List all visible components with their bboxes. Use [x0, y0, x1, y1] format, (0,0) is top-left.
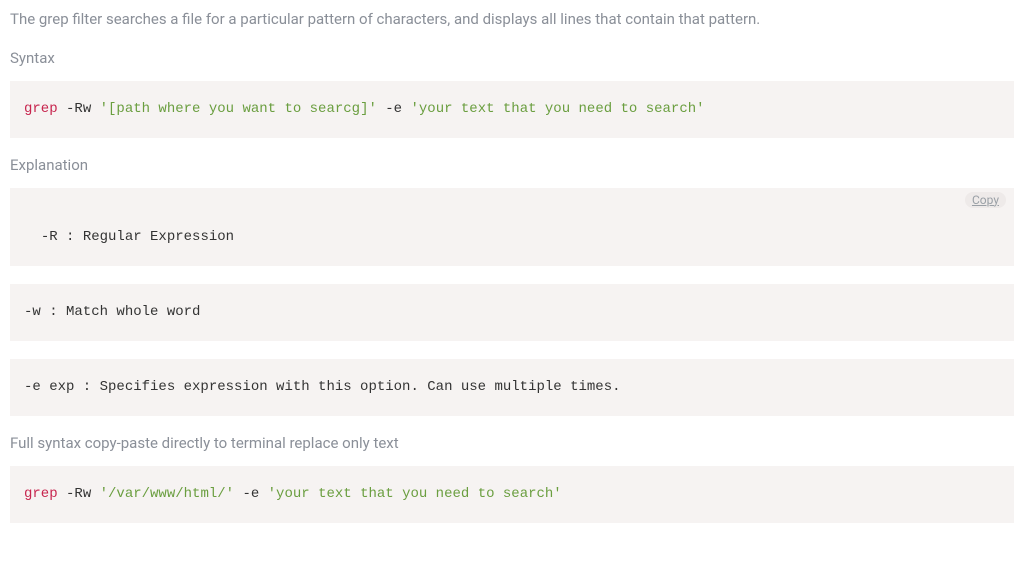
- code-flags: -e: [377, 101, 411, 117]
- explanation-block-w: -w : Match whole word: [10, 284, 1014, 341]
- code-flags: -Rw: [58, 101, 100, 117]
- code-string: '/var/www/html/': [100, 486, 234, 502]
- explanation-block-r: Copy -R : Regular Expression: [10, 188, 1014, 266]
- code-string: 'your text that you need to search': [268, 486, 562, 502]
- explanation-text: -e exp : Specifies expression with this …: [24, 379, 621, 395]
- explanation-heading: Explanation: [10, 156, 1014, 174]
- explanation-text: -w : Match whole word: [24, 304, 200, 320]
- code-string: '[path where you want to searcg]': [100, 101, 377, 117]
- explanation-block-e: -e exp : Specifies expression with this …: [10, 359, 1014, 416]
- code-command: grep: [24, 101, 58, 117]
- full-syntax-heading: Full syntax copy-paste directly to termi…: [10, 434, 1014, 452]
- code-string: 'your text that you need to search': [410, 101, 704, 117]
- explanation-text: -R : Regular Expression: [41, 229, 234, 245]
- copy-button[interactable]: Copy: [965, 192, 1006, 208]
- intro-paragraph: The grep filter searches a file for a pa…: [10, 8, 1014, 31]
- code-flags: -Rw: [58, 486, 100, 502]
- full-code-block: grep -Rw '/var/www/html/' -e 'your text …: [10, 466, 1014, 523]
- code-flags: -e: [234, 486, 268, 502]
- syntax-heading: Syntax: [10, 49, 1014, 67]
- syntax-code-block: grep -Rw '[path where you want to searcg…: [10, 81, 1014, 138]
- code-command: grep: [24, 486, 58, 502]
